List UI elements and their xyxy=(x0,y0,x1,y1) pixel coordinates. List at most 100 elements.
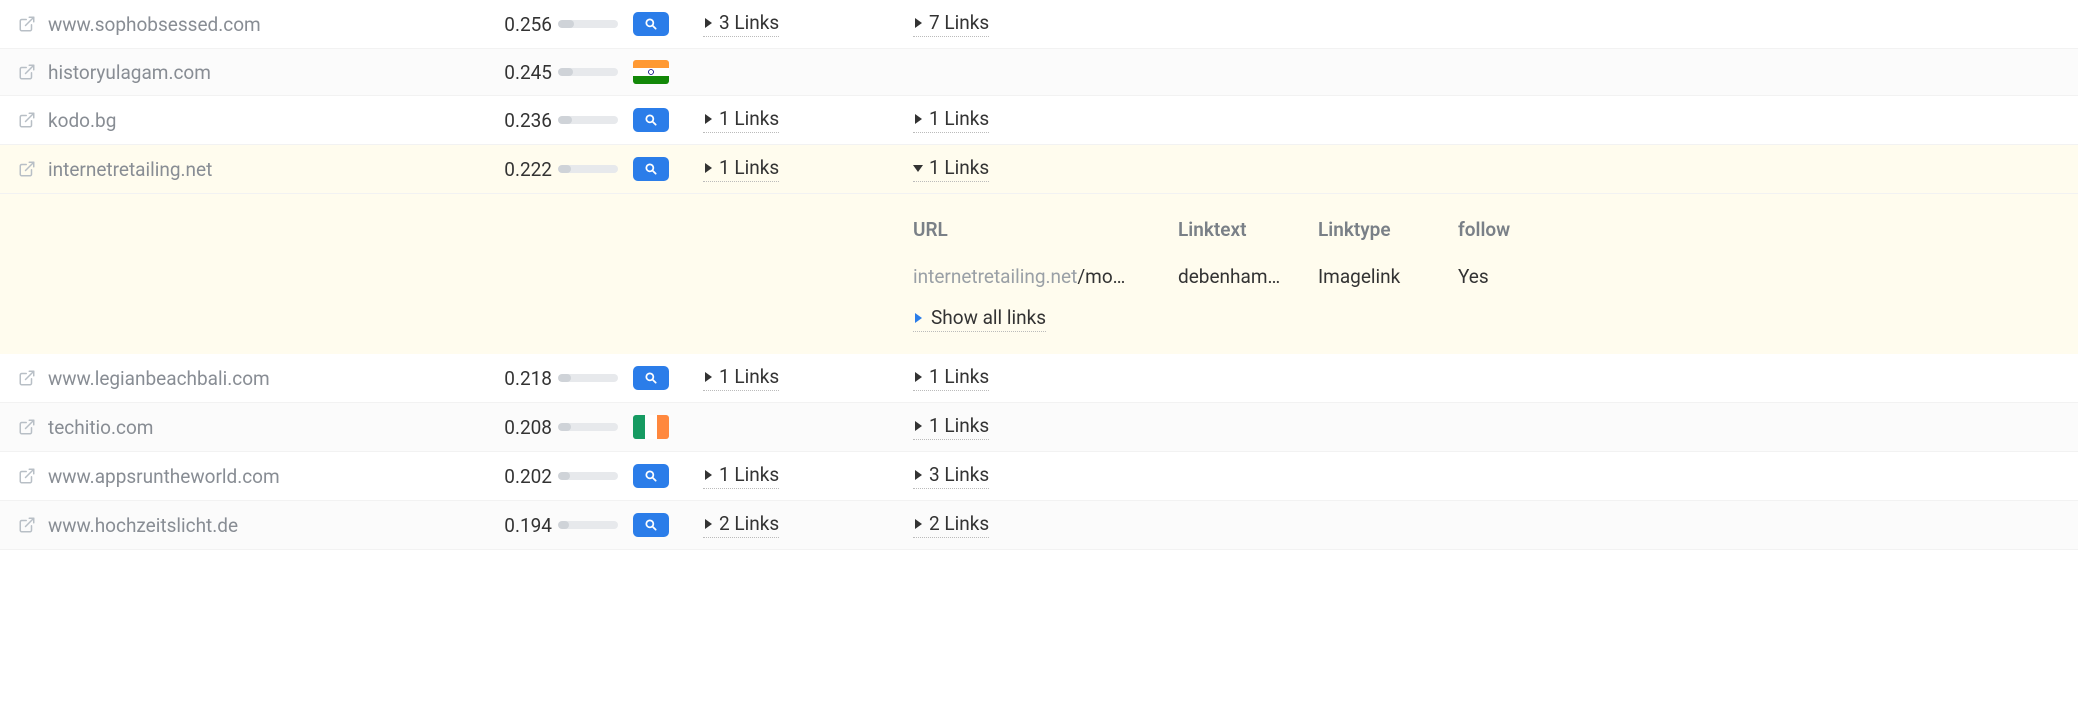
details-linktext: debenham… xyxy=(1178,265,1318,288)
table-row: internetretailing.net 0.222 1 Links 1 Links xyxy=(0,145,2078,194)
domain-cell: techitio.com xyxy=(18,416,448,439)
score-bar xyxy=(558,521,633,529)
score-value: 0.208 xyxy=(448,416,558,439)
links-column-1: 1 Links xyxy=(703,156,913,182)
search-badge-cell xyxy=(633,513,703,537)
domain-link[interactable]: kodo.bg xyxy=(48,109,116,132)
search-button[interactable] xyxy=(633,513,669,537)
links-column-1: 1 Links xyxy=(703,107,913,133)
search-button[interactable] xyxy=(633,464,669,488)
links-toggle[interactable]: 3 Links xyxy=(703,11,779,37)
caret-right-icon xyxy=(913,469,923,481)
external-link-icon[interactable] xyxy=(18,63,36,81)
links-column-2: 1 Links xyxy=(913,107,2060,133)
links-toggle[interactable]: 2 Links xyxy=(703,512,779,538)
search-button[interactable] xyxy=(633,366,669,390)
details-linktype: Imagelink xyxy=(1318,265,1458,288)
links-column-1: 3 Links xyxy=(703,11,913,37)
search-button[interactable] xyxy=(633,108,669,132)
score-bar xyxy=(558,472,633,480)
details-header-linktype: Linktype xyxy=(1318,218,1458,241)
links-toggle[interactable]: 1 Links xyxy=(913,156,989,182)
caret-right-icon xyxy=(703,162,713,174)
links-count: 3 Links xyxy=(929,463,989,486)
search-badge-cell xyxy=(633,366,703,390)
details-header-linktext: Linktext xyxy=(1178,218,1318,241)
caret-right-icon xyxy=(913,113,923,125)
caret-right-icon xyxy=(703,17,713,29)
links-toggle[interactable]: 7 Links xyxy=(913,11,989,37)
domain-cell: www.hochzeitslicht.de xyxy=(18,514,448,537)
domain-link[interactable]: www.appsruntheworld.com xyxy=(48,465,280,488)
links-count: 1 Links xyxy=(719,156,779,179)
links-toggle[interactable]: 1 Links xyxy=(703,365,779,391)
links-column-2: 1 Links xyxy=(913,414,2060,440)
caret-right-icon xyxy=(703,113,713,125)
score-bar xyxy=(558,374,633,382)
search-badge-cell xyxy=(633,12,703,36)
country-flag-ireland xyxy=(633,415,703,439)
search-button[interactable] xyxy=(633,12,669,36)
score-value: 0.245 xyxy=(448,61,558,84)
links-toggle[interactable]: 1 Links xyxy=(913,107,989,133)
caret-down-icon xyxy=(913,162,923,174)
domain-cell: kodo.bg xyxy=(18,109,448,132)
domain-link[interactable]: techitio.com xyxy=(48,416,153,439)
details-url[interactable]: internetretailing.net/mo… xyxy=(913,265,1178,288)
score-bar xyxy=(558,68,633,76)
links-count: 1 Links xyxy=(929,414,989,437)
links-toggle[interactable]: 1 Links xyxy=(703,107,779,133)
domain-link[interactable]: internetretailing.net xyxy=(48,158,212,181)
external-link-icon[interactable] xyxy=(18,369,36,387)
caret-right-icon xyxy=(703,518,713,530)
links-toggle[interactable]: 1 Links xyxy=(703,463,779,489)
details-url-path: /mo… xyxy=(1077,265,1125,288)
links-count: 1 Links xyxy=(719,463,779,486)
caret-right-icon xyxy=(913,371,923,383)
caret-right-icon xyxy=(913,518,923,530)
links-toggle[interactable]: 1 Links xyxy=(703,156,779,182)
caret-right-icon xyxy=(703,371,713,383)
domain-link[interactable]: www.legianbeachbali.com xyxy=(48,367,270,390)
score-value: 0.256 xyxy=(448,13,558,36)
domain-cell: www.legianbeachbali.com xyxy=(18,367,448,390)
score-value: 0.194 xyxy=(448,514,558,537)
domain-cell: historyulagam.com xyxy=(18,61,448,84)
links-count: 7 Links xyxy=(929,11,989,34)
external-link-icon[interactable] xyxy=(18,15,36,33)
score-value: 0.222 xyxy=(448,158,558,181)
external-link-icon[interactable] xyxy=(18,111,36,129)
domain-cell: internetretailing.net xyxy=(18,158,448,181)
links-count: 3 Links xyxy=(719,11,779,34)
external-link-icon[interactable] xyxy=(18,467,36,485)
show-all-links[interactable]: Show all links xyxy=(913,306,1046,332)
score-bar xyxy=(558,116,633,124)
links-count: 1 Links xyxy=(719,365,779,388)
details-follow: Yes xyxy=(1458,265,1538,288)
links-column-2: 2 Links xyxy=(913,512,2060,538)
links-toggle[interactable]: 2 Links xyxy=(913,512,989,538)
links-column-2: 1 Links xyxy=(913,156,2060,182)
external-link-icon[interactable] xyxy=(18,418,36,436)
domain-link[interactable]: historyulagam.com xyxy=(48,61,211,84)
links-column-1: 1 Links xyxy=(703,463,913,489)
links-column-1: 1 Links xyxy=(703,365,913,391)
links-toggle[interactable]: 3 Links xyxy=(913,463,989,489)
links-count: 1 Links xyxy=(929,107,989,130)
caret-right-icon xyxy=(913,420,923,432)
external-link-icon[interactable] xyxy=(18,160,36,178)
row-details: URLLinktextLinktypefollowinternetretaili… xyxy=(0,194,2078,354)
caret-right-icon xyxy=(913,17,923,29)
search-button[interactable] xyxy=(633,157,669,181)
links-count: 1 Links xyxy=(929,156,989,179)
links-column-1: 2 Links xyxy=(703,512,913,538)
links-toggle[interactable]: 1 Links xyxy=(913,365,989,391)
links-count: 2 Links xyxy=(929,512,989,535)
domain-link[interactable]: www.sophobsessed.com xyxy=(48,13,261,36)
details-url-host: internetretailing.net xyxy=(913,265,1077,288)
external-link-icon[interactable] xyxy=(18,516,36,534)
domain-cell: www.appsruntheworld.com xyxy=(18,465,448,488)
domain-link[interactable]: www.hochzeitslicht.de xyxy=(48,514,238,537)
search-badge-cell xyxy=(633,108,703,132)
links-toggle[interactable]: 1 Links xyxy=(913,414,989,440)
